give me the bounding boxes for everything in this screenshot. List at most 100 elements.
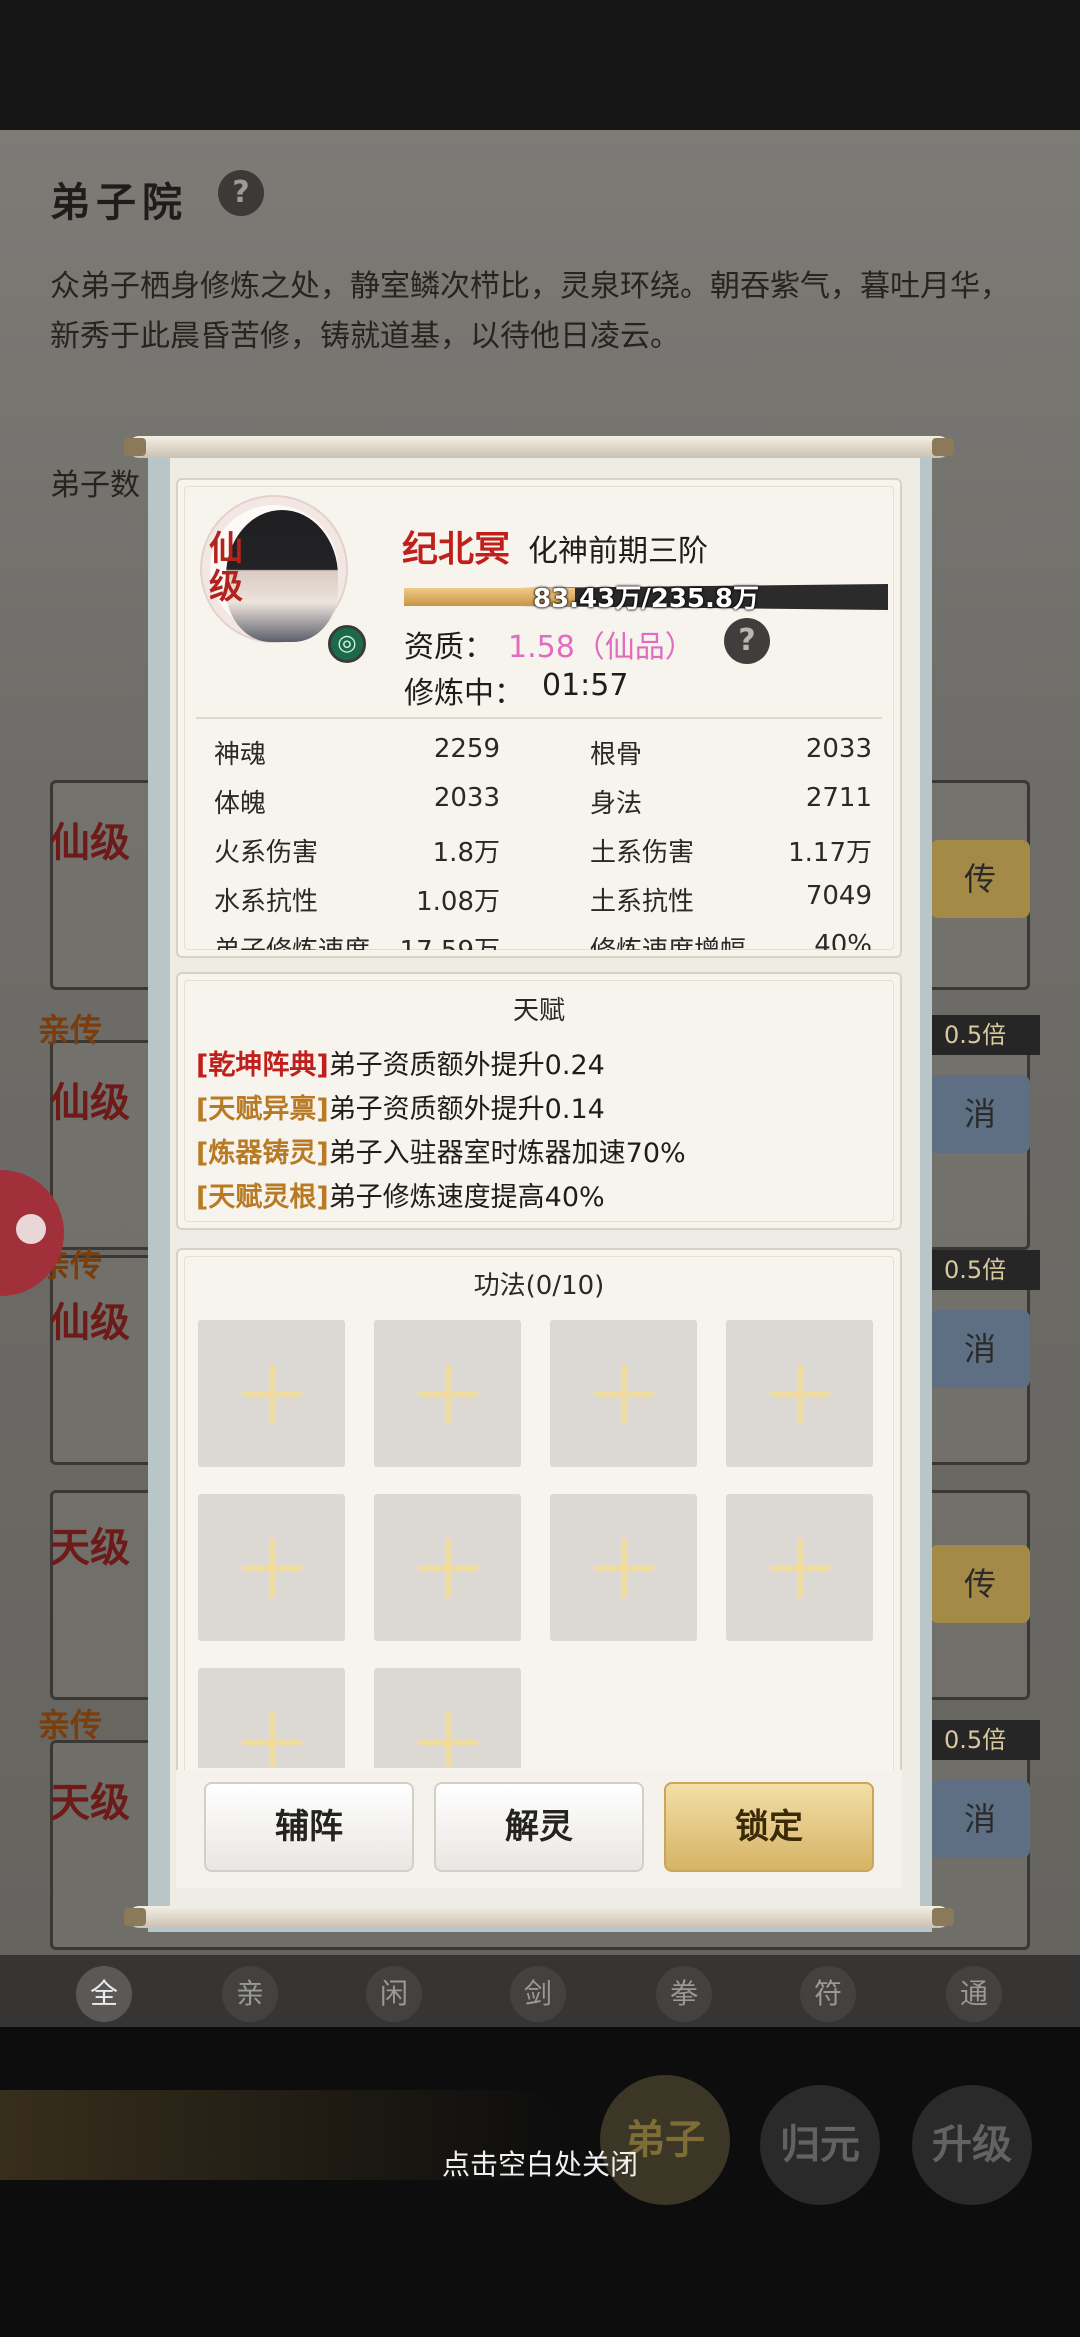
stat-name: 根骨: [590, 740, 643, 770]
stat-value: 7049: [805, 881, 872, 911]
skill-slot[interactable]: [374, 1668, 521, 1768]
filter-fist[interactable]: 拳: [656, 1966, 712, 2022]
scroll-top-rod: [124, 436, 954, 458]
card-ribbon: 0.5倍: [930, 1015, 1040, 1055]
disciple-name: 纪北冥: [402, 528, 511, 570]
stat-item: 火系伤害 1.8万: [210, 826, 510, 874]
stat-value: 2033: [805, 734, 872, 764]
card-action-button[interactable]: 传: [930, 840, 1030, 918]
skill-slot[interactable]: [726, 1494, 873, 1641]
talent-text: 弟子资质额外提升0.24: [328, 1050, 605, 1081]
card-grade: 仙级: [50, 1299, 130, 1346]
filter-all[interactable]: 全: [76, 1966, 132, 2022]
card-ribbon: 0.5倍: [930, 1250, 1040, 1290]
card-action-button[interactable]: 消: [930, 1075, 1030, 1153]
talent-tag: [炼器铸灵]: [196, 1138, 329, 1169]
stat-item: 根骨 2033: [586, 728, 880, 776]
divider: [196, 717, 882, 719]
skill-slot[interactable]: [374, 1494, 521, 1641]
talent-text: 弟子修炼速度提高40%: [328, 1182, 605, 1213]
skill-slot[interactable]: [374, 1320, 521, 1467]
talent-item: [天赋异禀]弟子资质额外提升0.14: [196, 1087, 605, 1126]
talent-text: 弟子资质额外提升0.14: [328, 1094, 605, 1125]
stat-value: 1.8万: [432, 838, 500, 868]
talent-tag: [乾坤阵典]: [196, 1050, 329, 1081]
status-time: 01:57: [542, 668, 629, 703]
stat-name: 土系伤害: [590, 838, 695, 868]
stat-item: 土系伤害 1.17万: [586, 826, 880, 874]
card-tag: 亲传: [38, 1011, 103, 1049]
avatar-grade: 仙级: [209, 529, 243, 607]
stat-name: 水系抗性: [214, 887, 319, 917]
card-grade: 天级: [50, 1524, 130, 1571]
top-dark-band: [0, 0, 1080, 130]
card-grade: 天级: [50, 1779, 130, 1826]
stat-name: 弟子修炼速度: [214, 930, 370, 950]
stat-item: 修炼速度增幅 40%: [586, 924, 880, 950]
lock-button[interactable]: 锁定: [664, 1782, 874, 1872]
page-title: 弟子院: [50, 179, 188, 226]
card-action-button[interactable]: 消: [930, 1780, 1030, 1858]
card-ribbon: 0.5倍: [930, 1720, 1040, 1760]
talent-item: [天赋灵根]弟子修炼速度提高40%: [196, 1175, 605, 1214]
stat-value: 17.59万: [400, 930, 500, 950]
talent-tag: [天赋异禀]: [196, 1094, 329, 1125]
skills-title: 功法(0/10): [473, 1271, 605, 1301]
scroll-bottom-rod: [124, 1906, 954, 1928]
stat-value: 40%: [814, 930, 872, 950]
skill-slots-grid[interactable]: [198, 1320, 888, 1768]
skill-slot[interactable]: [198, 1668, 345, 1768]
filter-general[interactable]: 通: [946, 1966, 1002, 2022]
aptitude-label: 资质：: [404, 630, 494, 665]
card-action-button[interactable]: 传: [930, 1545, 1030, 1623]
stat-item: 身法 2711: [586, 777, 880, 825]
filter-personal[interactable]: 亲: [222, 1966, 278, 2022]
page-help-icon[interactable]: ?: [218, 170, 264, 216]
page-description: 众弟子栖身修炼之处，静室鳞次栉比，灵泉环绕。朝吞紫气，暮吐月华，新秀于此晨昏苦修…: [50, 269, 1010, 354]
talent-item: [乾坤阵典]弟子资质额外提升0.24: [196, 1043, 605, 1082]
release-button[interactable]: 解灵: [434, 1782, 644, 1872]
stat-name: 火系伤害: [214, 838, 319, 868]
card-grade: 仙级: [50, 1079, 130, 1126]
skill-slot[interactable]: [726, 1320, 873, 1467]
stat-item: 体魄 2033: [210, 777, 510, 825]
skill-slot[interactable]: [198, 1320, 345, 1467]
disciple-nav-button[interactable]: 弟子: [600, 2075, 730, 2205]
element-badge-icon: ◎: [328, 625, 366, 663]
stat-name: 修炼速度增幅: [590, 930, 746, 950]
stat-item: 水系抗性 1.08万: [210, 875, 510, 923]
card-tag: 亲传: [38, 1706, 103, 1744]
stat-value: 2033: [433, 783, 500, 813]
formation-button[interactable]: 辅阵: [204, 1782, 414, 1872]
skill-slot[interactable]: [198, 1494, 345, 1641]
disciple-count-label: 弟子数: [50, 468, 140, 503]
filter-idle[interactable]: 闲: [366, 1966, 422, 2022]
stat-name: 神魂: [214, 740, 267, 770]
stat-value: 2711: [805, 783, 872, 813]
stat-name: 体魄: [214, 789, 267, 819]
talent-item: [炼器铸灵]弟子入驻器室时炼器加速70%: [196, 1131, 686, 1170]
talent-text: 弟子入驻器室时炼器加速70%: [328, 1138, 686, 1169]
stats-list[interactable]: 神魂 2259 根骨 2033 体魄 2033 身法 2711 火系伤害 1.8万 土系伤害 1.17…: [210, 728, 880, 950]
stat-item: 土系抗性 7049: [586, 875, 880, 923]
card-action-button[interactable]: 消: [930, 1310, 1030, 1388]
aptitude-help-icon[interactable]: ?: [724, 618, 770, 664]
stat-name: 身法: [590, 789, 643, 819]
stat-value: 1.17万: [788, 838, 872, 868]
stat-value: 1.08万: [416, 887, 500, 917]
stat-name: 土系抗性: [590, 887, 695, 917]
stat-item: 神魂 2259: [210, 728, 510, 776]
disciple-realm: 化神前期三阶: [528, 534, 708, 569]
filter-sword[interactable]: 剑: [510, 1966, 566, 2022]
aptitude-value: 1.58（仙品）: [508, 630, 695, 665]
filter-talisman[interactable]: 符: [800, 1966, 856, 2022]
status-label: 修炼中：: [404, 676, 524, 711]
talent-tag: [天赋灵根]: [196, 1182, 329, 1213]
talents-title: 天赋: [512, 996, 565, 1026]
stat-item: 弟子修炼速度 17.59万: [210, 924, 510, 950]
stat-value: 2259: [433, 734, 500, 764]
close-hint[interactable]: 点击空白处关闭: [0, 2143, 1080, 2183]
skill-slot[interactable]: [550, 1320, 697, 1467]
skill-slot[interactable]: [550, 1494, 697, 1641]
cultivation-progress-text: 83.43万/235.8万: [533, 584, 759, 614]
